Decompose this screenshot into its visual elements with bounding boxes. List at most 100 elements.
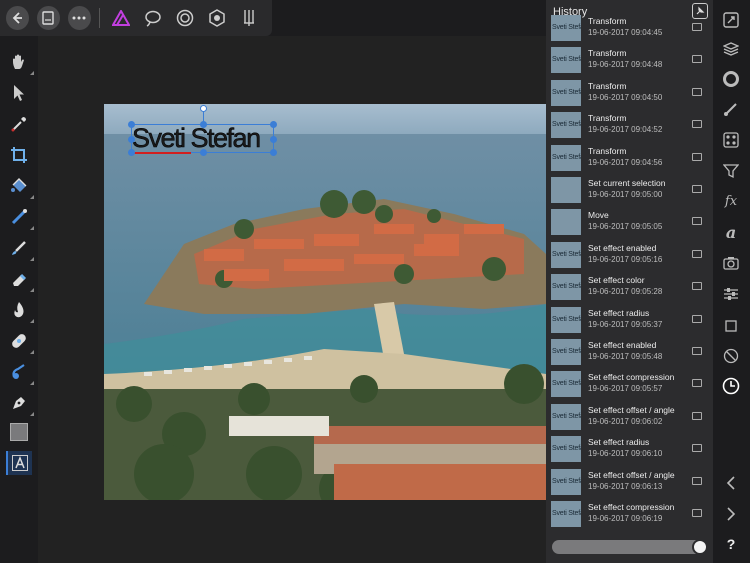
navigator-button[interactable] bbox=[722, 11, 740, 29]
selection-handle[interactable] bbox=[128, 136, 135, 143]
snapshot-icon[interactable] bbox=[692, 314, 702, 323]
transform-button[interactable] bbox=[722, 285, 740, 303]
layers-button[interactable] bbox=[722, 40, 740, 58]
color-swatch-button[interactable] bbox=[8, 421, 30, 443]
history-item-name: Transform bbox=[588, 145, 627, 156]
history-item-time: 19-06-2017 09:06:19 bbox=[588, 514, 663, 523]
history-item[interactable]: Move 19-06-2017 09:05:05 bbox=[546, 206, 713, 238]
history-item[interactable]: Sveti StefanSet effect enabled19-06-2017… bbox=[546, 239, 713, 271]
history-item-name: Set effect radius bbox=[588, 437, 650, 448]
selection-handle[interactable] bbox=[270, 121, 277, 128]
history-item[interactable]: Sveti StefanSet effect compression19-06-… bbox=[546, 498, 713, 530]
erase-brush-tool-button[interactable] bbox=[8, 268, 34, 292]
color-picker-tool-button[interactable] bbox=[8, 113, 30, 135]
pen-tool-button[interactable] bbox=[8, 392, 34, 416]
snapshot-icon[interactable] bbox=[692, 444, 702, 453]
adjustments-button[interactable] bbox=[722, 162, 740, 180]
toolbar-divider bbox=[98, 8, 100, 28]
history-item-time: 19-06-2017 09:05:00 bbox=[588, 190, 663, 199]
snapshot-icon[interactable] bbox=[692, 120, 702, 129]
snapshot-icon[interactable] bbox=[692, 379, 702, 388]
rotation-handle[interactable] bbox=[200, 105, 207, 112]
view-tool-button[interactable] bbox=[8, 51, 34, 75]
color-panel-button[interactable] bbox=[722, 70, 740, 88]
back-button[interactable] bbox=[6, 6, 29, 30]
more-button[interactable] bbox=[67, 6, 91, 30]
history-slider-knob[interactable] bbox=[692, 539, 708, 555]
text-styles-button[interactable]: a bbox=[722, 223, 740, 242]
text-tool-button[interactable] bbox=[6, 451, 32, 475]
swatches-button[interactable] bbox=[722, 131, 740, 149]
history-item[interactable]: Set current selection 19-06-2017 09:05:00 bbox=[546, 174, 713, 206]
snapshot-icon[interactable] bbox=[692, 509, 702, 517]
history-item[interactable]: Sveti Stefan Transform19-06-2017 09:04:50 bbox=[546, 77, 713, 109]
tools-panel bbox=[0, 36, 38, 563]
snapshot-icon[interactable] bbox=[692, 347, 702, 355]
stock-button[interactable] bbox=[722, 254, 740, 272]
history-thumbnail: Sveti Stefan bbox=[551, 339, 581, 365]
history-item[interactable]: Sveti Stefan Transform19-06-2017 09:04:52 bbox=[546, 109, 713, 141]
selection-handle[interactable] bbox=[200, 121, 207, 128]
tone-mapping-persona-button[interactable] bbox=[208, 8, 227, 28]
gradient-tool-button[interactable] bbox=[8, 206, 34, 230]
history-item[interactable]: Sveti StefanSet effect enabled19-06-2017… bbox=[546, 336, 713, 368]
smudge-tool-button[interactable] bbox=[8, 361, 34, 385]
photo-persona-button[interactable] bbox=[112, 8, 131, 28]
selection-handle[interactable] bbox=[128, 121, 135, 128]
history-item-time: 19-06-2017 09:06:02 bbox=[588, 416, 663, 426]
history-thumbnail-text: Sveti Stefan bbox=[552, 445, 581, 453]
snapshot-icon[interactable] bbox=[692, 282, 702, 291]
history-item[interactable]: Sveti Stefan Set effect offset / angle19-… bbox=[546, 466, 713, 498]
history-thumbnail-text: Sveti Stefan bbox=[552, 477, 581, 485]
history-item-time: 19-06-2017 09:04:45 bbox=[588, 28, 663, 37]
dodge-tool-button[interactable] bbox=[8, 299, 34, 323]
navigator-icon bbox=[723, 12, 739, 28]
history-item-name: Set effect color bbox=[588, 275, 645, 286]
snapshot-icon[interactable] bbox=[692, 152, 702, 161]
redo-button[interactable] bbox=[722, 505, 740, 523]
move-tool-button[interactable] bbox=[8, 82, 30, 104]
effects-icon: fx bbox=[724, 193, 738, 209]
flood-fill-icon bbox=[11, 178, 27, 192]
history-item[interactable]: Sveti Stefan Set effect color19-06-2017 0… bbox=[546, 271, 713, 303]
history-slider[interactable] bbox=[552, 539, 708, 555]
history-item[interactable]: Sveti Stefan Set effect radius19-06-2017 … bbox=[546, 304, 713, 336]
text-layer[interactable]: Sveti Stefan bbox=[128, 105, 277, 156]
flood-fill-tool-button[interactable] bbox=[8, 175, 34, 199]
snapshot-icon[interactable] bbox=[692, 23, 702, 31]
brushes-button[interactable] bbox=[722, 100, 740, 118]
history-item[interactable]: Sveti Stefan Set effect radius19-06-2017 … bbox=[546, 433, 713, 465]
history-button[interactable] bbox=[722, 377, 740, 395]
constraints-button[interactable] bbox=[722, 317, 740, 335]
document-button[interactable] bbox=[36, 6, 60, 30]
redo-icon bbox=[727, 507, 736, 521]
history-item[interactable]: Sveti Stefan Transform19-06-2017 09:04:48 bbox=[546, 44, 713, 76]
snapshot-icon[interactable] bbox=[692, 87, 702, 96]
history-item[interactable]: Sveti Stefan Transform 19-06-2017 09:04:45 bbox=[546, 12, 713, 44]
help-icon: ? bbox=[726, 536, 736, 552]
liquify-persona-button[interactable] bbox=[144, 8, 163, 28]
export-persona-button[interactable] bbox=[240, 8, 259, 28]
history-item[interactable]: Sveti Stefan Transform19-06-2017 09:04:56 bbox=[546, 142, 713, 174]
selection-handle[interactable] bbox=[270, 136, 277, 143]
undo-button[interactable] bbox=[722, 474, 740, 492]
effects-button[interactable]: fx bbox=[722, 192, 740, 210]
snapshot-icon[interactable] bbox=[692, 185, 702, 193]
paint-brush-tool-button[interactable] bbox=[8, 237, 34, 261]
photo-image[interactable]: Sveti Stefan bbox=[104, 104, 546, 500]
channels-button[interactable] bbox=[722, 347, 740, 365]
selection-handle[interactable] bbox=[128, 149, 135, 156]
snapshot-icon[interactable] bbox=[692, 249, 702, 258]
snapshot-icon[interactable] bbox=[692, 55, 702, 64]
crop-tool-button[interactable] bbox=[8, 144, 30, 166]
selection-handle[interactable] bbox=[200, 149, 207, 156]
help-button[interactable]: ? bbox=[722, 535, 740, 553]
selection-handle[interactable] bbox=[270, 149, 277, 156]
snapshot-icon[interactable] bbox=[692, 411, 702, 420]
snapshot-icon[interactable] bbox=[692, 476, 702, 485]
healing-tool-button[interactable] bbox=[8, 330, 34, 354]
develop-persona-button[interactable] bbox=[176, 8, 195, 28]
history-item[interactable]: Sveti StefanSet effect compression19-06-… bbox=[546, 368, 713, 400]
snapshot-icon[interactable] bbox=[692, 217, 702, 226]
history-item[interactable]: Sveti Stefan Set effect offset / angle19-… bbox=[546, 401, 713, 433]
